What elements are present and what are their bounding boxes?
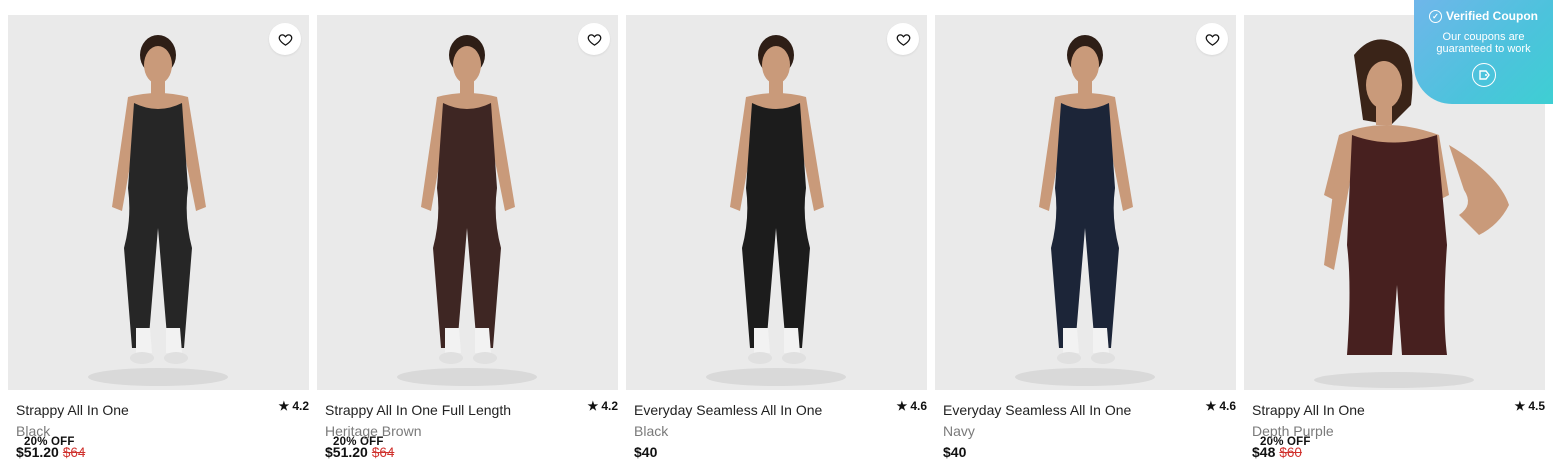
product-prices: $51.20 $64 <box>325 443 610 462</box>
product-prices: $48 $60 <box>1252 443 1537 462</box>
wishlist-button[interactable] <box>887 23 919 55</box>
rating-value: 4.2 <box>292 399 309 413</box>
product-price: $48 <box>1252 444 1276 460</box>
heart-icon <box>896 33 910 46</box>
star-icon: ★ <box>1205 399 1217 413</box>
wishlist-button[interactable] <box>269 23 301 55</box>
product-name[interactable]: Strappy All In One Full Length <box>325 401 610 419</box>
heart-icon <box>1205 33 1219 46</box>
product-prices: $51.20 $64 <box>16 443 301 462</box>
heart-icon <box>278 33 292 46</box>
coupon-subtitle: Our coupons are guaranteed to work <box>1436 31 1531 55</box>
product-color: Heritage Brown <box>325 423 422 439</box>
star-icon: ★ <box>587 399 599 413</box>
product-price: $51.20 <box>16 444 59 460</box>
rating: ★ 4.2 <box>279 399 309 413</box>
product-info: ★ 4.2 Strappy All In One Full Length Heri… <box>317 390 618 462</box>
product-color: Navy <box>943 423 975 439</box>
product-prices: $40 <box>943 443 1228 461</box>
original-price: $64 <box>371 445 395 460</box>
model-figure <box>88 35 228 386</box>
rating-value: 4.2 <box>601 399 618 413</box>
product-card[interactable]: ★ 4.6 Everyday Seamless All In One Navy $… <box>935 15 1236 462</box>
star-icon: ★ <box>278 399 290 413</box>
coupon-title: ✓ Verified Coupon <box>1414 9 1553 23</box>
product-card[interactable]: 20% OFF ★ 4.2 Strappy All In One Black $5… <box>8 15 309 462</box>
model-figure <box>706 35 846 386</box>
original-price: $60 <box>1279 445 1302 460</box>
product-info: ★ 4.2 Strappy All In One Black $51.20 $64 <box>8 390 309 462</box>
product-card[interactable]: 20% OFF ★ 4.2 Strappy All In One Full Len… <box>317 15 618 462</box>
wishlist-button[interactable] <box>578 23 610 55</box>
product-image[interactable] <box>8 15 309 390</box>
product-image[interactable] <box>626 15 927 390</box>
verified-coupon-widget[interactable]: ✓ Verified Coupon Our coupons are guaran… <box>1414 0 1553 104</box>
product-info: ★ 4.6 Everyday Seamless All In One Black … <box>626 390 927 461</box>
rating-value: 4.6 <box>1219 399 1236 413</box>
heart-icon <box>587 33 601 46</box>
check-circle-icon: ✓ <box>1428 9 1442 23</box>
product-image[interactable] <box>317 15 618 390</box>
product-info: ★ 4.6 Everyday Seamless All In One Navy $… <box>935 390 1236 461</box>
star-icon: ★ <box>1514 399 1526 413</box>
product-price: $40 <box>943 444 967 460</box>
product-color: Depth Purple <box>1252 423 1334 439</box>
product-name[interactable]: Strappy All In One <box>16 401 301 419</box>
product-price: $40 <box>634 444 658 460</box>
product-name[interactable]: Strappy All In One <box>1252 401 1537 419</box>
product-prices: $40 <box>634 443 919 461</box>
rating-value: 4.5 <box>1528 399 1545 413</box>
rating: ★ 4.6 <box>1206 399 1236 413</box>
product-name[interactable]: Everyday Seamless All In One <box>634 401 919 419</box>
rating: ★ 4.5 <box>1515 399 1545 413</box>
product-color: Black <box>16 423 51 439</box>
rating: ★ 4.6 <box>897 399 927 413</box>
product-image[interactable] <box>935 15 1236 390</box>
model-figure <box>1015 35 1155 386</box>
product-info: ★ 4.5 Strappy All In One Depth Purple $48… <box>1244 390 1545 462</box>
product-name[interactable]: Everyday Seamless All In One <box>943 401 1228 419</box>
star-icon: ★ <box>896 399 908 413</box>
coupon-tag-icon[interactable] <box>1471 63 1496 87</box>
product-color: Black <box>634 423 669 439</box>
product-grid: 20% OFF ★ 4.2 Strappy All In One Black $5… <box>8 15 1545 462</box>
original-price: $64 <box>62 445 86 460</box>
wishlist-button[interactable] <box>1196 23 1228 55</box>
model-figure <box>397 35 537 386</box>
product-price: $51.20 <box>325 444 368 460</box>
rating-value: 4.6 <box>910 399 927 413</box>
coupon-title-text: Verified Coupon <box>1445 9 1538 23</box>
rating: ★ 4.2 <box>588 399 618 413</box>
product-card[interactable]: ★ 4.6 Everyday Seamless All In One Black … <box>626 15 927 462</box>
